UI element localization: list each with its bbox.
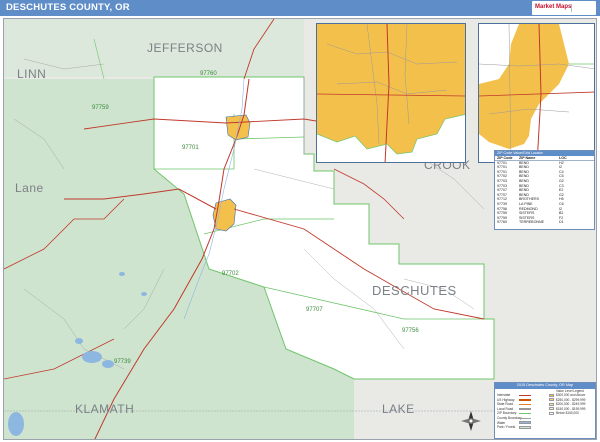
zip-label-97760: 97760	[200, 71, 217, 77]
legend-value-label: $200,000 - $249,999	[556, 402, 586, 407]
legend-value-swatch	[549, 402, 554, 406]
legend-item-label: County Boundary	[497, 415, 522, 420]
legend-item-swatch	[519, 412, 531, 415]
zip-label-97702: 97702	[222, 271, 239, 277]
lake-4	[8, 412, 24, 436]
legend-subheading: Value Level Legend	[556, 388, 584, 393]
legend-value-swatch	[549, 407, 554, 411]
title-bar: DESCHUTES COUNTY, OR Market Maps	[0, 0, 600, 16]
legend-item-swatch	[519, 421, 531, 425]
map-title: DESCHUTES COUNTY, OR	[6, 2, 130, 13]
region-label-lake: LAKE	[382, 402, 415, 416]
zip-table-col-loc: LOC	[559, 156, 567, 160]
legend-value-item: Below $150,000	[549, 411, 595, 416]
lake-2	[102, 360, 114, 368]
region-label-lane: Lane	[15, 181, 44, 195]
legend-item-swatch	[519, 394, 531, 396]
zip-label-97707: 97707	[306, 307, 323, 313]
zip-label-97701: 97701	[182, 145, 199, 151]
lake-6	[141, 292, 147, 296]
zip-table-col-zip: ZIP Code	[497, 156, 513, 160]
zip-name-cell: TERREBONNE	[519, 220, 544, 225]
lake-3	[75, 338, 83, 344]
zip-code-cell: 97760	[497, 220, 507, 225]
brand-logo-icon: Market Maps	[532, 1, 596, 15]
inset-bend-canvas	[479, 24, 594, 162]
zip-locator-table: ZIP Code Value/Grid Locator ZIP Code ZIP…	[494, 150, 595, 230]
logo-divider	[571, 4, 593, 12]
legend-item-label: Water	[497, 420, 506, 425]
inset-redmond[interactable]	[316, 23, 466, 163]
inset-redmond-canvas	[317, 24, 465, 162]
logo-mark: Market Maps	[535, 4, 572, 10]
zip-loc-cell: D1	[559, 220, 564, 225]
legend-item-swatch	[519, 399, 531, 401]
legend-item-swatch	[519, 417, 531, 419]
map-legend: 2015 Deschutes County, OR Map Value Leve…	[494, 382, 596, 439]
legend-left-column: Interstate US Highway State Road Local Road…	[497, 393, 543, 430]
legend-value-swatch	[549, 393, 554, 397]
legend-value-label: Below $150,000	[556, 411, 579, 416]
legend-value-label: $150,000 - $199,999	[556, 406, 586, 411]
legend-item-swatch	[519, 403, 531, 406]
legend-value-swatch	[549, 412, 554, 416]
zip-label-97756: 97756	[402, 328, 419, 334]
legend-item-label: Park / Forest	[497, 425, 516, 430]
legend-right-column: $300,000 and Above $250,000 - $299,999 $20…	[549, 393, 595, 416]
legend-item-label: US Highway	[497, 397, 515, 402]
legend-item-label: State Road	[497, 402, 513, 407]
lake-5	[119, 272, 125, 276]
north-arrow-icon	[461, 411, 481, 431]
zip-table-row: 97760 TERREBONNE D1	[495, 220, 594, 225]
legend-item-label: Local Road	[497, 406, 514, 411]
region-label-linn: LINN	[17, 67, 47, 81]
legend-item-label: Interstate	[497, 393, 511, 397]
region-label-deschutes: DESCHUTES	[372, 283, 457, 298]
inset-bend[interactable]	[478, 23, 595, 163]
zip-table-col-name: ZIP Name	[519, 156, 536, 160]
zip-table-rows: 97701 BEND H2 97701 BEND I2 97701 BEND C4 97702 BE…	[495, 161, 594, 225]
region-label-jefferson: JEFFERSON	[147, 41, 223, 55]
legend-item-swatch	[519, 408, 531, 410]
legend-item: Park / Forest	[497, 425, 543, 430]
legend-value-label: $250,000 - $299,999	[556, 397, 586, 402]
legend-item-swatch	[519, 425, 531, 429]
region-label-klamath: KLAMATH	[75, 402, 135, 416]
zip-label-97759: 97759	[92, 105, 109, 111]
legend-value-swatch	[549, 398, 554, 402]
zip-label-97739: 97739	[114, 359, 131, 365]
legend-value-label: $300,000 and Above	[556, 393, 586, 397]
lake-1	[82, 351, 102, 363]
legend-item-label: ZIP Boundary	[497, 411, 517, 416]
